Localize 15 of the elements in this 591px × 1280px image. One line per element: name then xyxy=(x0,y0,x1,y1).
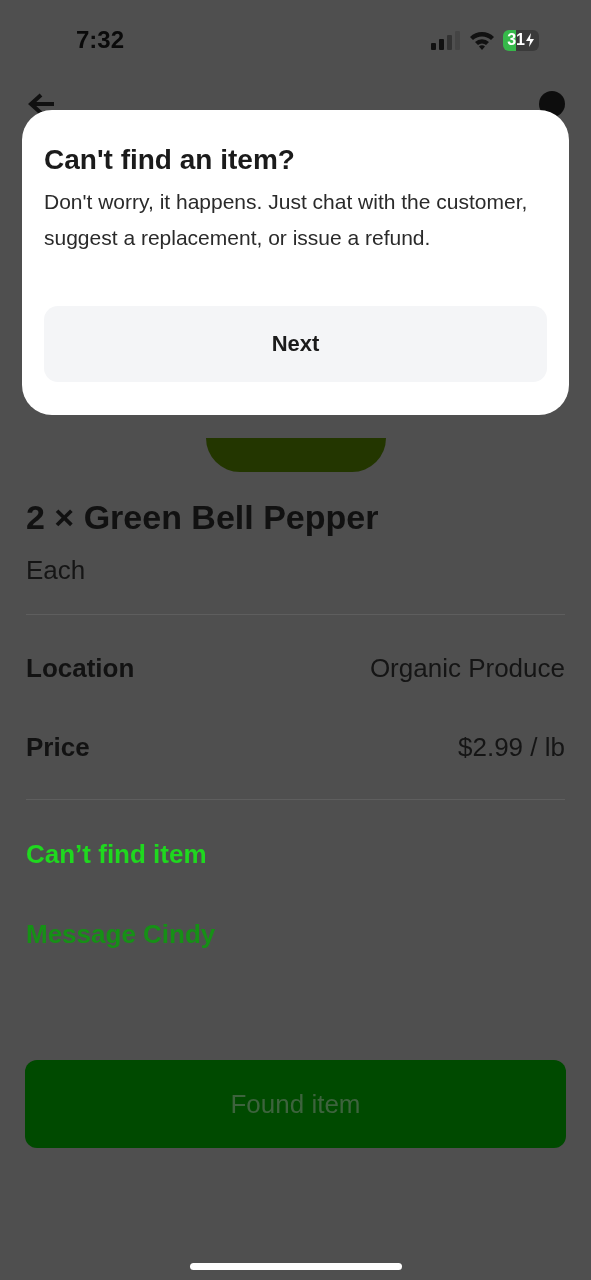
wifi-icon xyxy=(469,30,496,50)
detail-label: Price xyxy=(26,732,90,763)
dialog-message: Don't worry, it happens. Just chat with the customer, suggest a replacement, or issue a refund. xyxy=(44,189,529,251)
dialog-title: Can't find an item? xyxy=(44,144,296,176)
item-unit: Each xyxy=(26,555,87,586)
item-title: 2 × Green Bell Pepper xyxy=(26,498,380,537)
battery-icon: 31 xyxy=(503,29,539,51)
signal-icon xyxy=(431,30,462,50)
detail-label: Location xyxy=(26,653,135,684)
next-button[interactable]: Next xyxy=(44,306,547,382)
back-arrow-icon[interactable] xyxy=(28,92,56,116)
status-time: 7:32 xyxy=(76,26,125,54)
detail-value: $2.99 / lb xyxy=(458,732,565,763)
action-link[interactable]: Can’t find item xyxy=(26,814,207,894)
detail-value: Organic Produce xyxy=(369,653,565,684)
